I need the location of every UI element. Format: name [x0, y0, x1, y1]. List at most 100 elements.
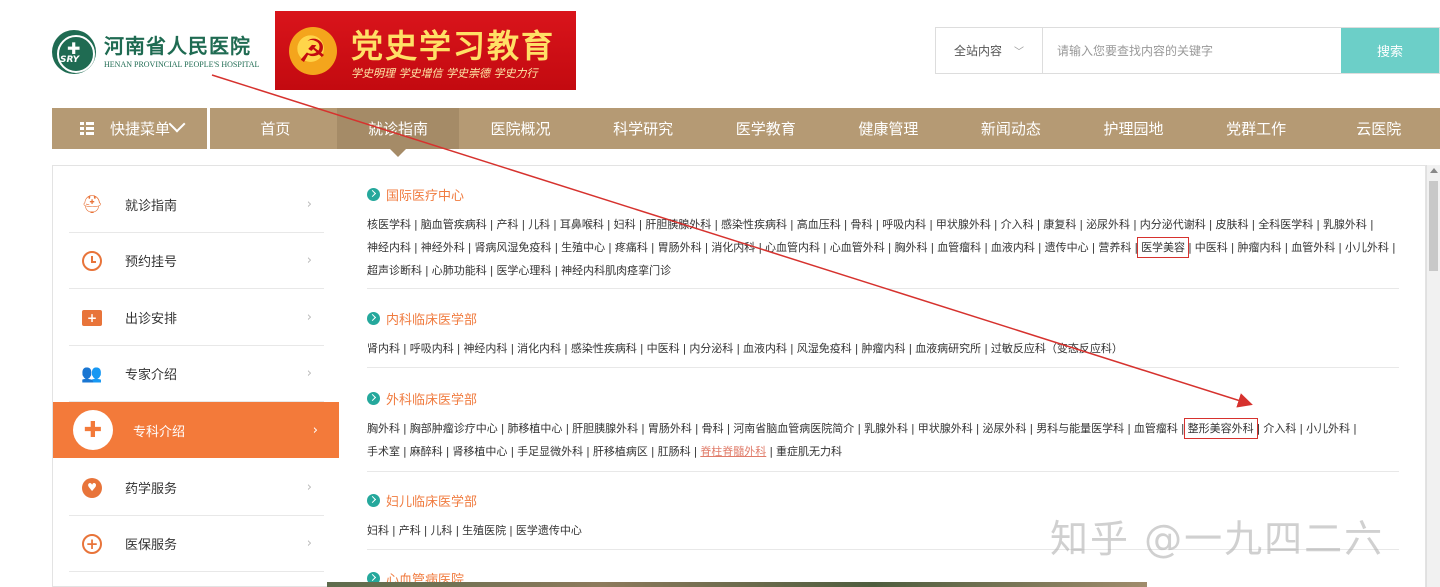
department-link[interactable]: 中医科 [1195, 241, 1228, 254]
department-link[interactable]: 乳腺外科 [864, 422, 908, 435]
department-link[interactable]: 过敏反应科（变态反应科） [991, 342, 1123, 355]
department-link[interactable]: 感染性疾病科 [721, 218, 787, 231]
department-link[interactable]: 医学美容 [1137, 237, 1190, 258]
department-link[interactable]: 血管瘤科 [937, 241, 981, 254]
department-link[interactable]: 脑血管疾病科 [421, 218, 487, 231]
department-link[interactable]: 肝胆胰腺外科 [572, 422, 638, 435]
department-link[interactable]: 产科 [496, 218, 518, 231]
search-scope-select[interactable]: 全站内容 ﹀ [936, 28, 1043, 73]
department-link[interactable]: 中医科 [647, 342, 680, 355]
department-link[interactable]: 心血管内科 [765, 241, 820, 254]
section-title[interactable]: 内科临床医学部 [367, 308, 1399, 328]
department-link[interactable]: 小儿外科 [1345, 241, 1389, 254]
side-menu-item[interactable]: + 出诊安排 › [69, 290, 324, 346]
department-link[interactable]: 甲状腺外科 [918, 422, 973, 435]
department-link[interactable]: 胃肠外科 [648, 422, 692, 435]
department-link[interactable]: 遗传中心 [1045, 241, 1089, 254]
scroll-up-arrow-icon[interactable] [1430, 168, 1438, 173]
department-link[interactable]: 介入科 [1001, 218, 1034, 231]
department-link[interactable]: 脊柱脊髓外科 [700, 445, 766, 458]
department-link[interactable]: 肿瘤内科 [1238, 241, 1282, 254]
department-link[interactable]: 男科与能量医学科 [1036, 422, 1124, 435]
department-link[interactable]: 小儿外科 [1306, 422, 1350, 435]
department-link[interactable]: 骨科 [702, 422, 724, 435]
nav-item[interactable]: 科学研究 [582, 108, 705, 149]
department-link[interactable]: 胸外科 [367, 422, 400, 435]
department-link[interactable]: 儿科 [528, 218, 550, 231]
department-link[interactable]: 核医学科 [367, 218, 411, 231]
section-title[interactable]: 妇儿临床医学部 [367, 490, 1399, 510]
department-link[interactable]: 全科医学科 [1258, 218, 1313, 231]
department-link[interactable]: 麻醉科 [410, 445, 443, 458]
side-menu-item[interactable]: ♥ 药学服务 › [69, 460, 324, 516]
department-link[interactable]: 消化内科 [711, 241, 755, 254]
department-link[interactable]: 风湿免疫科 [797, 342, 852, 355]
department-link[interactable]: 重症肌无力科 [776, 445, 842, 458]
nav-item[interactable]: 医院概况 [459, 108, 582, 149]
side-menu-item[interactable]: ⛑ 就诊指南 › [69, 177, 324, 233]
party-history-banner[interactable]: 党史学习教育 学史明理 学史增信 学史崇德 学史力行 [275, 11, 576, 90]
department-link[interactable]: 肾内科 [367, 342, 400, 355]
nav-item[interactable]: 首页 [214, 108, 337, 149]
nav-item[interactable]: 护理园地 [1072, 108, 1195, 149]
department-link[interactable]: 感染性疾病科 [571, 342, 637, 355]
quick-menu-button[interactable]: 快捷菜单 [52, 108, 207, 149]
department-link[interactable]: 医学心理科 [496, 264, 551, 277]
section-title[interactable]: 外科临床医学部 [367, 388, 1399, 408]
department-link[interactable]: 皮肤科 [1216, 218, 1249, 231]
department-link[interactable]: 营养科 [1098, 241, 1131, 254]
section-title[interactable]: 国际医疗中心 [367, 184, 1399, 204]
nav-item[interactable]: 云医院 [1317, 108, 1440, 149]
department-link[interactable]: 肝胆胰腺外科 [645, 218, 711, 231]
department-link[interactable]: 骨科 [850, 218, 872, 231]
department-link[interactable]: 肾病风湿免疫科 [474, 241, 551, 254]
search-input[interactable] [1043, 28, 1341, 73]
department-link[interactable]: 整形美容外科 [1183, 418, 1258, 439]
department-link[interactable]: 神经内科 [463, 342, 507, 355]
side-menu-item[interactable]: + 医保服务 › [69, 516, 324, 572]
side-menu-item[interactable]: ✚ 专科介绍 › [53, 402, 340, 458]
nav-item[interactable]: 就诊指南 [336, 108, 460, 157]
department-link[interactable]: 高血压科 [797, 218, 841, 231]
department-link[interactable]: 肺移植中心 [507, 422, 562, 435]
department-link[interactable]: 康复科 [1043, 218, 1076, 231]
department-link[interactable]: 血液内科 [991, 241, 1035, 254]
department-link[interactable]: 心血管外科 [830, 241, 885, 254]
department-link[interactable]: 肝移植病区 [593, 445, 648, 458]
department-link[interactable]: 泌尿外科 [1086, 218, 1130, 231]
department-link[interactable]: 血液内科 [743, 342, 787, 355]
department-link[interactable]: 神经内科肌肉痉挛门诊 [561, 264, 671, 277]
department-link[interactable]: 呼吸内科 [882, 218, 926, 231]
department-link[interactable]: 产科 [399, 524, 421, 537]
department-link[interactable]: 肾移植中心 [452, 445, 507, 458]
department-link[interactable]: 血液病研究所 [915, 342, 981, 355]
department-link[interactable]: 肿瘤内科 [861, 342, 905, 355]
department-link[interactable]: 耳鼻喉科 [560, 218, 604, 231]
department-link[interactable]: 儿科 [430, 524, 452, 537]
hospital-logo[interactable]: ✚ SRY 河南省人民医院 HENAN PROVINCIAL PEOPLE'S … [52, 28, 267, 76]
department-link[interactable]: 心肺功能科 [432, 264, 487, 277]
department-link[interactable]: 消化内科 [517, 342, 561, 355]
department-link[interactable]: 神经内科 [367, 241, 411, 254]
department-link[interactable]: 内分泌代谢科 [1140, 218, 1206, 231]
department-link[interactable]: 神经外科 [421, 241, 465, 254]
department-link[interactable]: 介入科 [1263, 422, 1296, 435]
nav-item[interactable]: 健康管理 [827, 108, 950, 149]
nav-item[interactable]: 党群工作 [1195, 108, 1318, 149]
department-link[interactable]: 血管外科 [1291, 241, 1335, 254]
department-link[interactable]: 肛肠科 [658, 445, 691, 458]
side-menu-item[interactable]: 预约挂号 › [69, 233, 324, 289]
department-link[interactable]: 妇科 [614, 218, 636, 231]
department-link[interactable]: 河南省脑血管病医院简介 [733, 422, 854, 435]
department-link[interactable]: 胃肠外科 [658, 241, 702, 254]
department-link[interactable]: 胸部肿瘤诊疗中心 [410, 422, 498, 435]
department-link[interactable]: 生殖医院 [462, 524, 506, 537]
department-link[interactable]: 医学遗传中心 [516, 524, 582, 537]
department-link[interactable]: 内分泌科 [689, 342, 733, 355]
department-link[interactable]: 泌尿外科 [982, 422, 1026, 435]
scroll-thumb[interactable] [1429, 181, 1438, 271]
department-link[interactable]: 疼痛科 [615, 241, 648, 254]
nav-item[interactable]: 新闻动态 [950, 108, 1073, 149]
department-link[interactable]: 呼吸内科 [410, 342, 454, 355]
department-link[interactable]: 超声诊断科 [367, 264, 422, 277]
